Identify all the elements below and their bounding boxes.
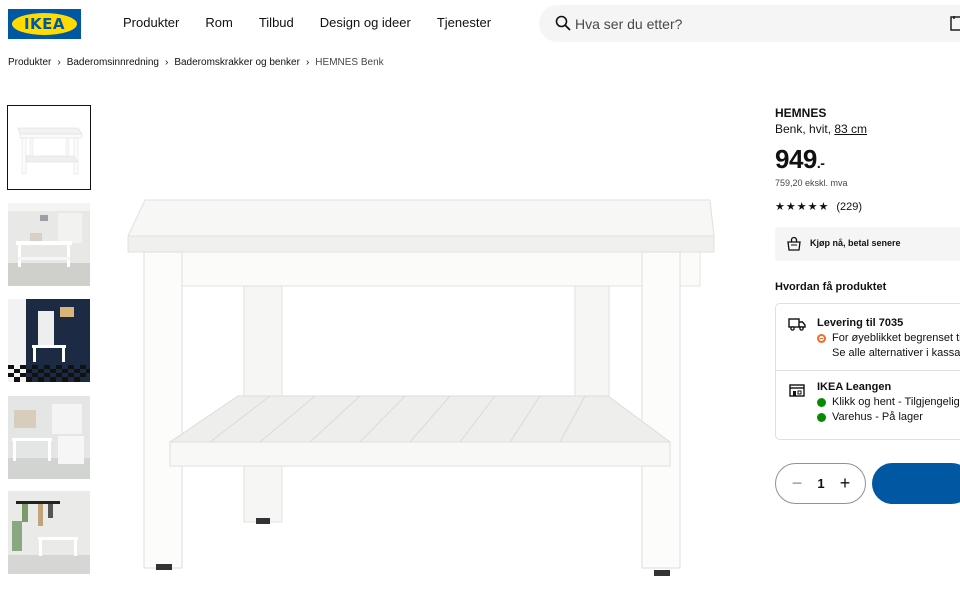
breadcrumb-item-krakker-benker[interactable]: Baderomskrakker og benker bbox=[174, 57, 300, 68]
breadcrumb-separator-icon: › bbox=[305, 57, 310, 68]
star-icon: ★ bbox=[785, 200, 796, 213]
breadcrumb-item-current: HEMNES Benk bbox=[315, 57, 384, 68]
delivery-status-text: For øyeblikket begrenset til bbox=[832, 332, 960, 344]
truck-icon bbox=[788, 318, 806, 331]
breadcrumb-separator-icon: › bbox=[164, 57, 169, 68]
bnpl-label: Kjøp nå, betal senere bbox=[810, 238, 901, 248]
nav-item-tjenester[interactable]: Tjenester bbox=[437, 15, 491, 30]
product-name: HEMNES bbox=[775, 106, 827, 120]
price-value: 949 bbox=[775, 144, 817, 174]
store-icon bbox=[789, 384, 805, 397]
nav-item-produkter[interactable]: Produkter bbox=[123, 15, 179, 30]
room-thumbnail-image bbox=[8, 396, 90, 479]
status-limited-icon bbox=[817, 333, 826, 343]
store-title[interactable]: IKEA Leangen bbox=[817, 381, 891, 393]
search-icon[interactable] bbox=[555, 15, 571, 31]
main-nav: Produkter Rom Tilbud Design og ideer Tje… bbox=[123, 15, 517, 30]
nav-item-rom[interactable]: Rom bbox=[205, 15, 232, 30]
product-description-text: Benk, hvit, bbox=[775, 122, 832, 136]
product-size-link[interactable]: 83 cm bbox=[834, 122, 867, 136]
status-available-icon bbox=[817, 397, 826, 407]
star-icon: ★ bbox=[796, 200, 807, 213]
thumbnail-5[interactable] bbox=[8, 491, 90, 574]
breadcrumb: Produkter › Baderomsinnredning › Baderom… bbox=[8, 57, 384, 68]
delivery-title[interactable]: Levering til 7035 bbox=[817, 317, 903, 329]
thumbnail-3[interactable] bbox=[8, 299, 90, 382]
logo-text: IKEA bbox=[23, 15, 66, 33]
store-click-collect: Klikk og hent - Tilgjengelig bbox=[817, 396, 960, 408]
thumbnail-1[interactable] bbox=[7, 105, 91, 190]
thumbnail-2[interactable] bbox=[8, 203, 90, 286]
status-available-icon bbox=[817, 412, 826, 422]
delivery-sub: Se alle alternativer i kassa bbox=[832, 347, 960, 359]
star-icon: ★ bbox=[818, 200, 829, 213]
room-thumbnail-image bbox=[8, 299, 90, 382]
decrease-quantity-button[interactable]: − bbox=[786, 473, 808, 495]
bag-icon bbox=[787, 236, 801, 251]
store-stock-text: Varehus - På lager bbox=[832, 411, 923, 423]
price-suffix: .- bbox=[816, 155, 825, 171]
product-description: Benk, hvit, 83 cm bbox=[775, 122, 867, 136]
availability-box: Levering til 7035 For øyeblikket begrens… bbox=[775, 303, 960, 440]
star-icon: ★ bbox=[807, 200, 818, 213]
thumbnail-4[interactable] bbox=[8, 396, 90, 479]
breadcrumb-separator-icon: › bbox=[57, 57, 61, 68]
nav-item-tilbud[interactable]: Tilbud bbox=[259, 15, 294, 30]
quantity-input[interactable] bbox=[812, 473, 830, 495]
room-thumbnail-image bbox=[8, 203, 90, 286]
quantity-stepper: − + bbox=[775, 463, 866, 504]
rating-count: (229) bbox=[836, 201, 863, 213]
star-icon: ★ bbox=[775, 200, 785, 213]
search-input[interactable] bbox=[575, 5, 955, 42]
availability-title: Hvordan få produktet bbox=[775, 281, 887, 293]
breadcrumb-item-baderomsinnredning[interactable]: Baderomsinnredning bbox=[67, 57, 159, 68]
availability-divider bbox=[776, 370, 960, 371]
price-excl-vat: 759,20 ekskl. mva bbox=[775, 178, 848, 188]
room-thumbnail-image bbox=[8, 491, 90, 574]
ikea-logo[interactable]: IKEA bbox=[8, 9, 81, 39]
buy-now-pay-later-banner[interactable]: Kjøp nå, betal senere bbox=[775, 227, 960, 261]
product-price: 949.- bbox=[775, 144, 825, 175]
breadcrumb-item-produkter[interactable]: Produkter bbox=[8, 57, 51, 68]
site-header: IKEA Produkter Rom Tilbud Design og idee… bbox=[0, 0, 960, 48]
delivery-status: For øyeblikket begrenset til bbox=[817, 332, 960, 344]
product-rating[interactable]: ★ ★ ★ ★ ★ (229) bbox=[775, 201, 862, 213]
search-bar[interactable] bbox=[539, 5, 960, 42]
main-product-image[interactable] bbox=[110, 180, 730, 600]
nav-item-design-og-ideer[interactable]: Design og ideer bbox=[320, 15, 411, 30]
increase-quantity-button[interactable]: + bbox=[834, 472, 856, 494]
rating-stars: ★ ★ ★ ★ ★ bbox=[775, 200, 829, 213]
store-stock: Varehus - På lager bbox=[817, 411, 923, 423]
bench-thumbnail-image bbox=[8, 106, 90, 189]
add-to-cart-button[interactable] bbox=[872, 463, 960, 504]
shopping-list-icon[interactable] bbox=[950, 15, 960, 31]
store-click-collect-text: Klikk og hent - Tilgjengelig bbox=[832, 396, 960, 408]
